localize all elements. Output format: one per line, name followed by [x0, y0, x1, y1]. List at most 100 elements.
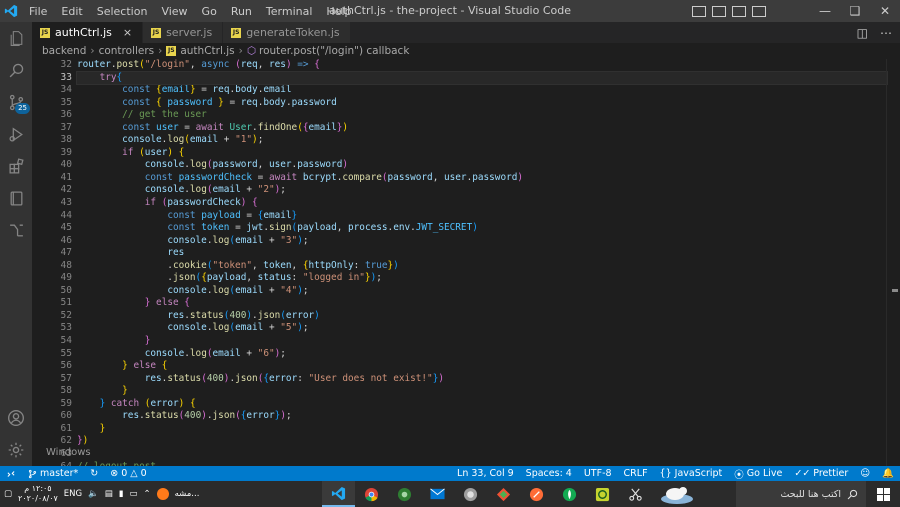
- code-line[interactable]: .json({payload, status: "logged in"});: [77, 272, 887, 285]
- code-line[interactable]: console.log(email + "5");: [77, 322, 887, 335]
- code-line[interactable]: } catch (error) {: [77, 398, 887, 411]
- run-debug-icon[interactable]: [0, 118, 32, 150]
- account-icon[interactable]: [0, 402, 32, 434]
- notifications-bell-icon[interactable]: 🔔: [876, 468, 900, 479]
- app-yellow-icon[interactable]: [586, 481, 619, 507]
- maximize-button[interactable]: ❑: [840, 0, 870, 22]
- code-line[interactable]: console.log(email + "3");: [77, 235, 887, 248]
- app-orange-icon[interactable]: [156, 488, 169, 500]
- sync-icon[interactable]: ↻: [84, 468, 104, 479]
- windows-search-box[interactable]: اكتب هنا للبحث: [736, 481, 866, 507]
- clock[interactable]: ١٢:٠٥ م ٢٠٢٠/٠٨/٠٧: [18, 484, 58, 504]
- toggle-sidebar-icon[interactable]: [692, 5, 706, 17]
- toggle-panel-icon[interactable]: [712, 5, 726, 17]
- minimize-button[interactable]: —: [810, 0, 840, 22]
- snipping-tool-icon[interactable]: [619, 481, 652, 507]
- remote-explorer-icon[interactable]: [0, 182, 32, 214]
- photos-icon[interactable]: [454, 481, 487, 507]
- extensions-icon[interactable]: [0, 150, 32, 182]
- code-line[interactable]: if (user) {: [77, 147, 887, 160]
- search-icon[interactable]: [0, 54, 32, 86]
- show-hidden-icons[interactable]: ⌃: [143, 489, 150, 499]
- code-line[interactable]: console.log(email + "2");: [77, 184, 887, 197]
- mongodb-compass-icon[interactable]: [553, 481, 586, 507]
- wallpaper-app-icon[interactable]: [652, 481, 702, 507]
- menu-item-go[interactable]: Go: [195, 5, 224, 18]
- breadcrumb-item[interactable]: authCtrl.js: [180, 45, 234, 57]
- code-line[interactable]: res.status(400).json({error: "User does …: [77, 373, 887, 386]
- menu-item-run[interactable]: Run: [224, 5, 259, 18]
- source-control-icon[interactable]: 25: [0, 86, 32, 118]
- code-line[interactable]: }: [77, 385, 887, 398]
- code-line[interactable]: const passwordCheck = await bcrypt.compa…: [77, 172, 887, 185]
- prettier-button[interactable]: ✓✓ Prettier: [788, 468, 854, 479]
- end-of-line[interactable]: CRLF: [618, 468, 654, 479]
- feedback-icon[interactable]: ☺: [854, 468, 876, 479]
- code-line[interactable]: res: [77, 247, 887, 260]
- git-tool-icon[interactable]: [487, 481, 520, 507]
- editor-scrollbar[interactable]: [886, 59, 900, 466]
- menu-item-file[interactable]: File: [22, 5, 54, 18]
- breadcrumb-item[interactable]: router.post("/login") callback: [259, 45, 409, 57]
- close-window-button[interactable]: ✕: [870, 0, 900, 22]
- problems-indicator[interactable]: ⊗ 0 △ 0: [104, 468, 152, 479]
- code-line[interactable]: try{: [76, 70, 888, 86]
- split-editor-icon[interactable]: ◫: [857, 26, 868, 40]
- language-indicator[interactable]: ENG: [64, 489, 82, 499]
- explorer-icon[interactable]: [0, 22, 32, 54]
- code-line[interactable]: console.log(email + "4");: [77, 285, 887, 298]
- code-line[interactable]: const user = await User.findOne({email}): [77, 122, 887, 135]
- code-line[interactable]: const {email} = req.body.email: [77, 84, 887, 97]
- code-area[interactable]: router.post("/login", async (req, res) =…: [76, 59, 888, 466]
- menu-item-selection[interactable]: Selection: [90, 5, 155, 18]
- volume-icon[interactable]: 🔈: [88, 489, 99, 499]
- code-line[interactable]: console.log(email + "1");: [77, 134, 887, 147]
- code-line[interactable]: router.post("/login", async (req, res) =…: [77, 59, 887, 72]
- code-line[interactable]: console.log(email + "6");: [77, 348, 887, 361]
- code-line[interactable]: } else {: [77, 360, 887, 373]
- tab-server-js[interactable]: JS server.js: [143, 22, 224, 43]
- live-share-icon[interactable]: [0, 214, 32, 246]
- code-line[interactable]: } else {: [77, 297, 887, 310]
- postman-icon[interactable]: [520, 481, 553, 507]
- settings-gear-icon[interactable]: [0, 434, 32, 466]
- remote-indicator[interactable]: [0, 469, 22, 479]
- encoding[interactable]: UTF-8: [578, 468, 618, 479]
- chrome-icon[interactable]: [355, 481, 388, 507]
- vscode-taskbar-icon[interactable]: [322, 481, 355, 507]
- menu-item-edit[interactable]: Edit: [54, 5, 89, 18]
- more-actions-icon[interactable]: ⋯: [880, 26, 892, 40]
- code-line[interactable]: const { password } = req.body.password: [77, 97, 887, 110]
- app-green-icon[interactable]: [388, 481, 421, 507]
- toggle-secondary-icon[interactable]: [732, 5, 746, 17]
- indentation[interactable]: Spaces: 4: [520, 468, 578, 479]
- code-line[interactable]: }): [77, 435, 887, 448]
- menu-item-view[interactable]: View: [154, 5, 194, 18]
- code-line[interactable]: [77, 448, 887, 461]
- tab-generatetoken-js[interactable]: JS generateToken.js: [223, 22, 351, 43]
- code-line[interactable]: res.status(400).json(error): [77, 310, 887, 323]
- menu-item-terminal[interactable]: Terminal: [259, 5, 320, 18]
- cursor-position[interactable]: Ln 33, Col 9: [451, 468, 520, 479]
- code-line[interactable]: const token = jwt.sign(payload, process.…: [77, 222, 887, 235]
- breadcrumb-item[interactable]: controllers: [99, 45, 155, 57]
- code-line[interactable]: // get the user: [77, 109, 887, 122]
- menu-item-help[interactable]: Help: [319, 5, 358, 18]
- mail-icon[interactable]: [421, 481, 454, 507]
- code-line[interactable]: console.log(password, user.password): [77, 159, 887, 172]
- tablet-icon[interactable]: ▭: [129, 489, 137, 499]
- language-mode[interactable]: {} JavaScript: [654, 468, 729, 479]
- go-live-button[interactable]: ⦿ Go Live: [728, 467, 788, 481]
- battery-icon[interactable]: ▮: [119, 489, 124, 499]
- code-line[interactable]: if (passwordCheck) {: [77, 197, 887, 210]
- tab-authctrl-js[interactable]: JS authCtrl.js ×: [32, 22, 144, 43]
- code-line[interactable]: const payload = {email}: [77, 210, 887, 223]
- notification-center-icon[interactable]: ▢: [4, 489, 12, 499]
- git-branch[interactable]: master*: [22, 468, 84, 479]
- start-button[interactable]: [866, 481, 900, 507]
- customize-layout-icon[interactable]: [752, 5, 766, 17]
- code-line[interactable]: }: [77, 423, 887, 436]
- network-icon[interactable]: ▤: [105, 489, 113, 499]
- code-line[interactable]: }: [77, 335, 887, 348]
- tab-close-icon[interactable]: ×: [123, 26, 132, 39]
